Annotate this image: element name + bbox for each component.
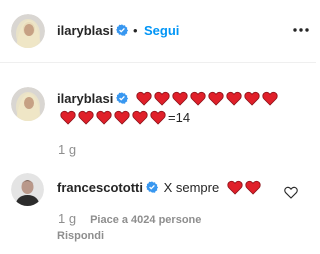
comment-username[interactable]: francescototti xyxy=(57,180,143,195)
caption-timestamp[interactable]: 1 g xyxy=(58,142,76,157)
red-heart-emoji-icon xyxy=(60,110,76,125)
avatar[interactable] xyxy=(11,14,45,48)
post-header: ilaryblasi • Segui xyxy=(0,0,316,63)
comment-hearts xyxy=(227,180,263,195)
caption-avatar[interactable] xyxy=(11,87,45,121)
red-heart-emoji-icon xyxy=(150,110,166,125)
header-username[interactable]: ilaryblasi xyxy=(57,23,129,38)
reply-button[interactable]: Rispondi xyxy=(57,230,104,242)
comment-timestamp[interactable]: 1 g xyxy=(58,211,76,226)
caption-username[interactable]: ilaryblasi xyxy=(57,91,113,106)
caption-hearts-row-2 xyxy=(60,110,168,125)
red-heart-emoji-icon xyxy=(226,91,242,106)
red-heart-emoji-icon xyxy=(172,91,188,106)
red-heart-emoji-icon xyxy=(208,91,224,106)
comment-meta: 1 g Piace a 4024 persone xyxy=(58,211,201,226)
red-heart-emoji-icon xyxy=(262,91,278,106)
red-heart-emoji-icon xyxy=(132,110,148,125)
verified-badge-icon xyxy=(145,181,158,193)
caption-line-1: ilaryblasi xyxy=(57,91,280,106)
caption-line-2: =14 xyxy=(60,110,190,125)
comment-likes-link[interactable]: Piace a 4024 persone xyxy=(90,214,201,226)
caption-suffix: =14 xyxy=(168,110,191,125)
red-heart-emoji-icon xyxy=(154,91,170,106)
comment-text: X sempre xyxy=(163,180,220,195)
username-text[interactable]: ilaryblasi xyxy=(57,23,113,38)
separator-dot: • xyxy=(133,23,138,38)
more-horizontal-icon[interactable] xyxy=(290,22,312,38)
red-heart-emoji-icon xyxy=(244,91,260,106)
red-heart-emoji-icon xyxy=(96,110,112,125)
verified-badge-icon xyxy=(116,92,129,104)
red-heart-emoji-icon xyxy=(245,180,261,195)
red-heart-emoji-icon xyxy=(190,91,206,106)
verified-badge-icon xyxy=(116,24,129,36)
red-heart-emoji-icon xyxy=(114,110,130,125)
red-heart-emoji-icon xyxy=(78,110,94,125)
red-heart-emoji-icon xyxy=(227,180,243,195)
caption-hearts-row-1 xyxy=(136,91,280,106)
red-heart-emoji-icon xyxy=(136,91,152,106)
comment-line: francescototti X sempre xyxy=(57,180,263,195)
comment-avatar[interactable] xyxy=(11,173,44,206)
heart-outline-icon[interactable] xyxy=(284,186,298,199)
follow-button[interactable]: Segui xyxy=(144,23,179,38)
